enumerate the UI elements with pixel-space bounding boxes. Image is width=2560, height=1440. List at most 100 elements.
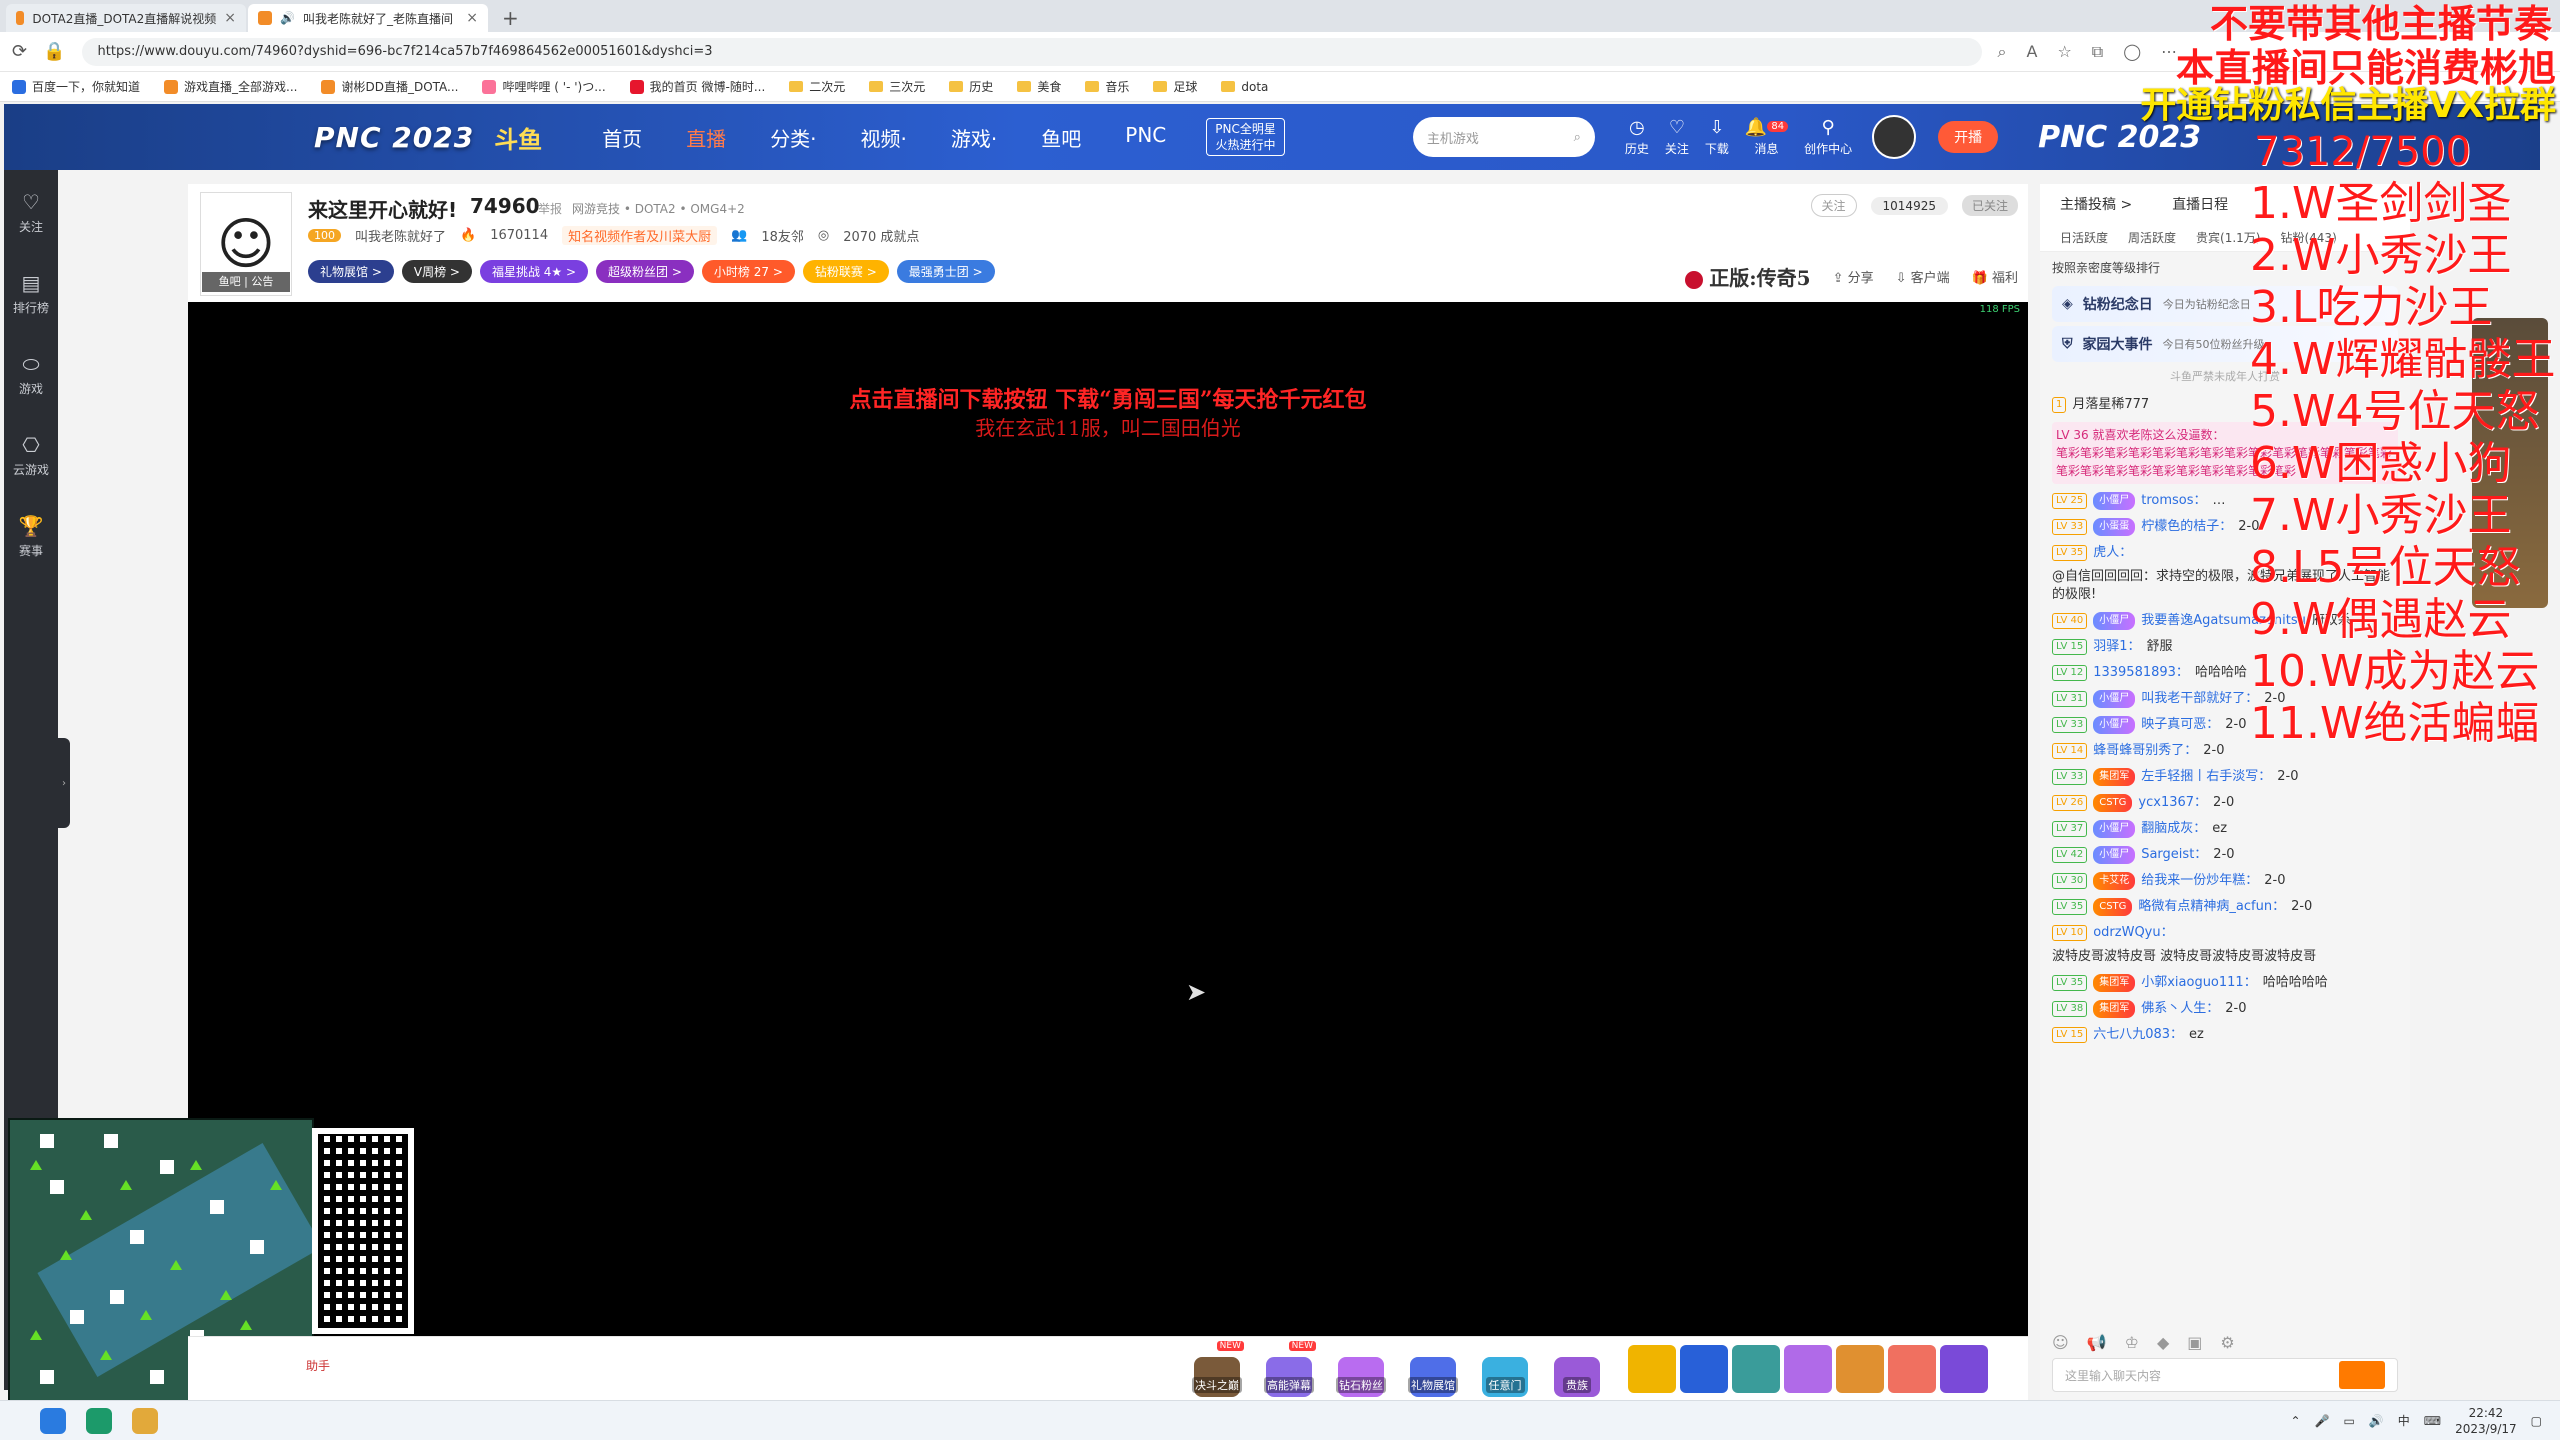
chat-username[interactable]: 1339581893： (2093, 664, 2189, 682)
edge-icon[interactable] (86, 1407, 112, 1434)
sidebar-item-events[interactable]: 🏆 赛事 (19, 514, 44, 559)
nav-pnc[interactable]: PNC (1125, 123, 1166, 152)
new-tab-button[interactable]: + (490, 4, 531, 32)
room-tag-0[interactable]: 礼物展馆 > (308, 260, 394, 283)
read-aloud-icon[interactable]: A (2026, 42, 2037, 62)
tab-diamond[interactable]: 钻粉(443) (2280, 229, 2336, 246)
chat-username[interactable]: 虎人： (2093, 544, 2132, 562)
user-avatar[interactable] (1872, 115, 1917, 159)
tab-daily[interactable]: 日活跃度 (2060, 229, 2108, 246)
clock[interactable]: 22:42 2023/9/17 (2455, 1405, 2517, 1437)
start-icon[interactable] (40, 1407, 66, 1434)
mic-icon[interactable]: 🎤 (2315, 1414, 2330, 1428)
bookmark-folder-10[interactable]: 足球 (1153, 78, 1197, 95)
gift-item-2[interactable]: 钻石粉丝 (1332, 1341, 1390, 1397)
gift-card-icon[interactable] (1784, 1345, 1832, 1393)
tab-weekly[interactable]: 周活跃度 (2128, 229, 2176, 246)
nav-category[interactable]: 分类· (770, 123, 816, 152)
send-button[interactable] (2339, 1361, 2385, 1389)
chat-username[interactable]: 羽驿1： (2093, 638, 2140, 656)
room-tag-6[interactable]: 最强勇士团 > (896, 260, 995, 283)
lock-icon[interactable]: 🔒 (43, 41, 65, 62)
bookmark-folder-8[interactable]: 美食 (1017, 78, 1061, 95)
friends-count[interactable]: 18友邻 (761, 226, 804, 245)
extensions-icon[interactable]: ⧉ (2092, 42, 2103, 62)
creator-center-button[interactable]: ⚲ 创作中心 (1804, 117, 1852, 157)
chat-username[interactable]: 六七八九083： (2093, 1026, 2183, 1044)
chat-username[interactable]: 左手轻捆丨右手淡写： (2141, 768, 2271, 786)
ime-indicator[interactable]: 中 (2398, 1412, 2410, 1429)
nav-games[interactable]: 游戏· (951, 123, 997, 152)
bookmark-folder-5[interactable]: 二次元 (789, 78, 845, 95)
volume-icon[interactable]: 🔊 (2369, 1414, 2384, 1428)
chat-username[interactable]: 叫我老干部就好了： (2141, 690, 2258, 708)
chat-username[interactable]: 小郭xiaoguo111： (2141, 974, 2256, 992)
bookmark-folder-7[interactable]: 历史 (949, 78, 993, 95)
douyu-logo[interactable]: 斗鱼 (494, 120, 542, 155)
chat-username[interactable]: tromsos： (2141, 492, 2206, 510)
gift-robot-icon[interactable] (1732, 1345, 1780, 1393)
settings-icon[interactable]: ⚙ (2220, 1333, 2234, 1352)
barrage-icon[interactable]: 📢 (2087, 1333, 2107, 1352)
chat-username[interactable]: odrzWQyu： (2093, 924, 2173, 942)
chat-username[interactable]: ycx1367： (2138, 794, 2207, 812)
download-button[interactable]: ⇩ 下载 (1705, 117, 1729, 157)
bookmark-folder-9[interactable]: 音乐 (1085, 78, 1129, 95)
more-icon[interactable]: ⋯ (2161, 42, 2177, 62)
gift-rocket-icon[interactable] (1680, 1345, 1728, 1393)
followed-button[interactable]: 已关注 (1961, 195, 2018, 216)
image-icon[interactable]: ▣ (2187, 1333, 2202, 1352)
bookmark-1[interactable]: 游戏直播_全部游戏... (164, 78, 297, 95)
chat-username[interactable]: 我要善逸Agatsumazenitsu (2141, 612, 2306, 630)
keyboard-icon[interactable]: ⌨ (2424, 1414, 2441, 1428)
notification-icon[interactable]: ▢ (2531, 1414, 2542, 1428)
gift-item-1[interactable]: 高能弹幕 NEW (1260, 1341, 1318, 1397)
search-icon[interactable]: ⌕ (1574, 130, 1581, 145)
emoji-icon[interactable]: ☺ (2052, 1333, 2069, 1352)
gift-box-icon[interactable] (1888, 1345, 1936, 1393)
app-icon[interactable] (132, 1407, 158, 1434)
chat-username[interactable]: 蜂哥蜂哥别秀了： (2093, 742, 2197, 760)
chat-username[interactable]: 柠檬色的桔子： (2141, 518, 2232, 536)
room-tag-3[interactable]: 超级粉丝团 > (596, 260, 694, 283)
gift-galaxy-icon[interactable] (1940, 1345, 1988, 1393)
bookmark-0[interactable]: 百度一下，你就知道 (12, 78, 140, 95)
diamond-anniversary-card[interactable]: ◈ 钻粉纪念日 今日为钻粉纪念日 (2052, 286, 2398, 322)
start-live-button[interactable]: 开播 (1938, 121, 1999, 153)
close-icon[interactable]: × (224, 10, 236, 26)
history-button[interactable]: ◷ 历史 (1625, 117, 1649, 157)
zoom-icon[interactable]: ⌕ (1998, 42, 2007, 62)
sidebar-item-rank[interactable]: ▤ 排行榜 (13, 271, 49, 316)
fan-badge-icon[interactable]: ◆ (2157, 1333, 2169, 1352)
schedule-link[interactable]: 直播日程 (2172, 194, 2228, 214)
rank-1-name[interactable]: 月落星稀777 (2072, 396, 2149, 414)
achievement-points[interactable]: 2070 成就点 (843, 226, 919, 245)
nav-home[interactable]: 首页 (602, 123, 642, 152)
tab-vip[interactable]: 贵宾(1.1万) (2196, 229, 2260, 246)
sidebar-item-follow[interactable]: ♡ 关注 (19, 190, 43, 235)
chat-username[interactable]: 映子真可恶： (2141, 716, 2219, 734)
room-tag-4[interactable]: 小时榜 27 > (701, 260, 795, 283)
bookmark-4[interactable]: 我的首页 微博-随时... (629, 78, 765, 95)
gift-item-5[interactable]: 贵族 (1548, 1341, 1606, 1397)
anchor-name[interactable]: 叫我老陈就好了 (355, 226, 446, 245)
sidebar-collapse-handle[interactable]: › (58, 738, 70, 828)
breadcrumb[interactable]: 网游竞技 • DOTA2 • OMG4+2 (572, 200, 745, 217)
chat-username[interactable]: 给我来一份炒年糕： (2141, 872, 2258, 890)
chevron-up-icon[interactable]: ⌃ (2290, 1414, 2300, 1428)
avatar-caption[interactable]: 鱼吧 | 公告 (202, 272, 290, 292)
messages-button[interactable]: 🔔 84 消息 (1745, 117, 1789, 157)
url-field[interactable]: https://www.douyu.com/74960?dyshid=696-b… (81, 37, 1982, 66)
chat-username[interactable]: Sargeist： (2141, 846, 2207, 864)
chat-username[interactable]: 翻脑成灰： (2141, 820, 2206, 838)
share-button[interactable]: ⇪ 分享 (1833, 267, 1874, 286)
sidebar-item-cloud-game[interactable]: ⎔ 云游戏 (13, 433, 49, 478)
close-icon[interactable]: × (466, 10, 478, 26)
pnc-allstar-badge[interactable]: PNC全明星 火热进行中 (1206, 118, 1285, 156)
follow-button[interactable]: ♡ 关注 (1665, 117, 1689, 157)
bookmark-folder-6[interactable]: 三次元 (869, 78, 925, 95)
nav-video[interactable]: 视频· (861, 123, 907, 152)
room-tag-5[interactable]: 钻粉联赛 > (802, 260, 889, 283)
network-icon[interactable]: ▭ (2343, 1414, 2354, 1428)
welfare-button[interactable]: 🎁 福利 (1972, 267, 2018, 286)
